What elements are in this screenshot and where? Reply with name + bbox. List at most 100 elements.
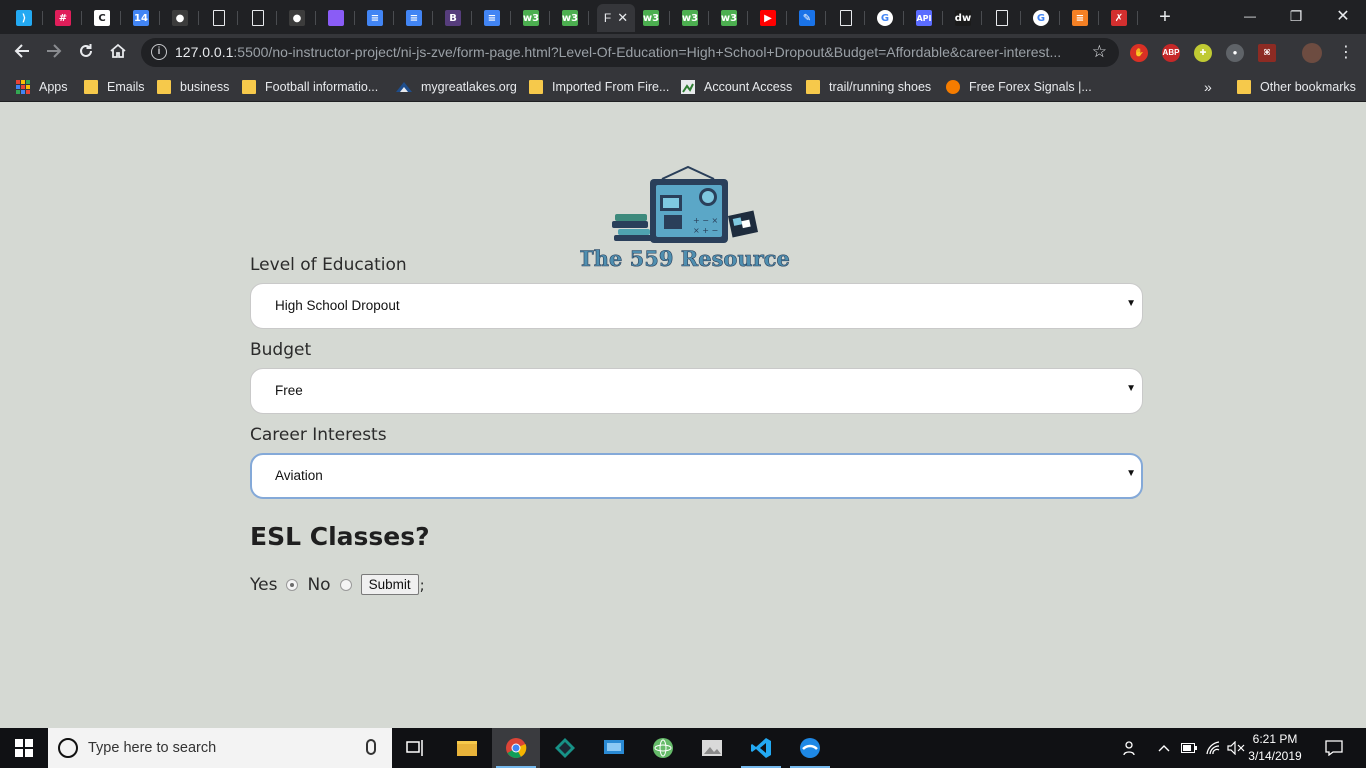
tab-separator (198, 11, 199, 25)
browser-tab[interactable]: C (83, 4, 121, 32)
github-icon: ● (172, 10, 188, 26)
chrome-taskbar-icon[interactable] (492, 728, 540, 768)
bookmark-more-button[interactable]: » (1204, 78, 1212, 96)
bookmark-item[interactable]: business (157, 78, 229, 96)
close-window-button[interactable]: ✕ (1320, 0, 1366, 32)
git-kraken-icon[interactable] (541, 728, 589, 768)
browser-tab[interactable]: ≡ (1061, 4, 1099, 32)
tab-separator (81, 11, 82, 25)
bookmark-item[interactable]: Free Forex Signals |... (946, 78, 1092, 96)
extension-icon[interactable]: ✚ (1194, 44, 1212, 62)
tab-close-icon[interactable]: ✕ (617, 10, 628, 26)
education-select[interactable]: High School Dropout ▼ (250, 283, 1143, 329)
task-view-icon[interactable] (392, 728, 440, 768)
browser-tab[interactable]: ≡ (395, 4, 433, 32)
forward-icon[interactable] (43, 42, 65, 64)
browser-tab[interactable]: ⟩ (5, 4, 43, 32)
career-label: Career Interests (250, 425, 387, 445)
info-icon[interactable]: i (151, 44, 167, 60)
bookmark-item[interactable]: Football informatio... (242, 78, 378, 96)
bookmark-item[interactable]: Imported From Fire... (529, 78, 669, 96)
browser-tab[interactable]: G (866, 4, 904, 32)
document-icon (213, 10, 225, 26)
folder-icon (157, 80, 171, 94)
browser-tab[interactable]: ✗ (1100, 4, 1138, 32)
career-select[interactable]: Aviation ▼ (250, 453, 1143, 499)
budget-select[interactable]: Free ▼ (250, 368, 1143, 414)
browser-tab[interactable]: ▶ (749, 4, 787, 32)
browser-tab[interactable]: ≡ (356, 4, 394, 32)
remote-desktop-icon[interactable] (590, 728, 638, 768)
battery-icon[interactable] (1178, 728, 1200, 768)
back-icon[interactable] (11, 42, 33, 64)
bulb-extension-icon[interactable]: ● (1226, 44, 1244, 62)
pdf-extension-icon[interactable]: ⌘ (1258, 44, 1276, 62)
restore-button[interactable]: ❐ (1273, 0, 1319, 32)
bookmark-item[interactable]: Account Access (681, 78, 792, 96)
taskbar-clock[interactable]: 6:21 PM 3/14/2019 (1244, 731, 1306, 765)
other-bookmarks[interactable]: Other bookmarks (1237, 78, 1356, 96)
people-icon[interactable] (1118, 728, 1142, 768)
tab-separator (864, 11, 865, 25)
browser-tab[interactable]: ≡ (473, 4, 511, 32)
bookmark-item[interactable]: Emails (84, 78, 145, 96)
browser-tab[interactable] (317, 4, 355, 32)
bookmark-label: Football informatio... (265, 80, 379, 94)
browser-tab[interactable]: # (44, 4, 82, 32)
bookmark-star-icon[interactable]: ☆ (1092, 42, 1107, 62)
browser-tab[interactable]: w3 (551, 4, 589, 32)
browser-tab[interactable] (983, 4, 1021, 32)
active-tab[interactable]: F ✕ (597, 4, 635, 32)
filezilla-icon[interactable] (786, 728, 834, 768)
atom-editor-icon[interactable] (639, 728, 687, 768)
browser-tab[interactable]: G (1022, 4, 1060, 32)
menu-icon[interactable]: ⋮ (1335, 42, 1357, 64)
windows-logo-icon (15, 739, 33, 757)
browser-tab[interactable] (200, 4, 238, 32)
wifi-icon[interactable] (1202, 728, 1224, 768)
url-text[interactable]: 127.0.0.1:5500/no-instructor-project/ni-… (175, 44, 1079, 60)
new-tab-button[interactable]: + (1154, 6, 1176, 28)
adblock-icon[interactable]: ABP (1162, 44, 1180, 62)
browser-tab[interactable]: w3 (671, 4, 709, 32)
browser-tab[interactable]: ✎ (788, 4, 826, 32)
address-bar[interactable]: i 127.0.0.1:5500/no-instructor-project/n… (141, 38, 1119, 67)
browser-tab[interactable] (827, 4, 865, 32)
profile-avatar[interactable] (1302, 43, 1322, 63)
tab-separator (942, 11, 943, 25)
bookmark-item[interactable]: trail/running shoes (806, 78, 931, 96)
browser-tab[interactable]: dw (944, 4, 982, 32)
stop-extension-icon[interactable]: ✋ (1130, 44, 1148, 62)
browser-tab[interactable]: ● (161, 4, 199, 32)
vscode-taskbar-icon[interactable] (737, 728, 785, 768)
browser-tab[interactable]: w3 (710, 4, 748, 32)
esl-yes-radio[interactable] (286, 578, 299, 591)
bookmark-item[interactable]: mygreatlakes.org (396, 78, 517, 96)
windows-start-button[interactable] (0, 728, 48, 768)
browser-tab[interactable]: w3 (632, 4, 670, 32)
notifications-icon[interactable] (1320, 728, 1348, 768)
tab-separator (471, 11, 472, 25)
submit-button[interactable]: Submit (360, 574, 419, 595)
esl-no-radio[interactable] (339, 578, 352, 591)
google-docs-icon: ≡ (406, 10, 422, 26)
apps-icon (16, 80, 30, 94)
logo-title: The 559 Resource (580, 246, 790, 271)
tray-chevron-up-icon[interactable] (1154, 728, 1174, 768)
tab-separator (1098, 11, 1099, 25)
calendar-icon: 14 (133, 10, 149, 26)
browser-tab[interactable]: w3 (512, 4, 550, 32)
microphone-icon[interactable] (366, 739, 376, 755)
minimize-button[interactable]: — (1227, 0, 1273, 32)
reload-icon[interactable] (75, 42, 97, 64)
browser-tab[interactable]: API (905, 4, 943, 32)
browser-tab[interactable]: B (434, 4, 472, 32)
taskbar-search-box[interactable]: Type here to search (48, 728, 392, 768)
bookmark-item[interactable]: Apps (16, 78, 68, 96)
file-explorer-icon[interactable] (443, 728, 491, 768)
browser-tab[interactable]: ● (278, 4, 316, 32)
browser-tab[interactable] (239, 4, 277, 32)
photo-viewer-icon[interactable] (688, 728, 736, 768)
home-icon[interactable] (107, 42, 129, 64)
browser-tab[interactable]: 14 (122, 4, 160, 32)
